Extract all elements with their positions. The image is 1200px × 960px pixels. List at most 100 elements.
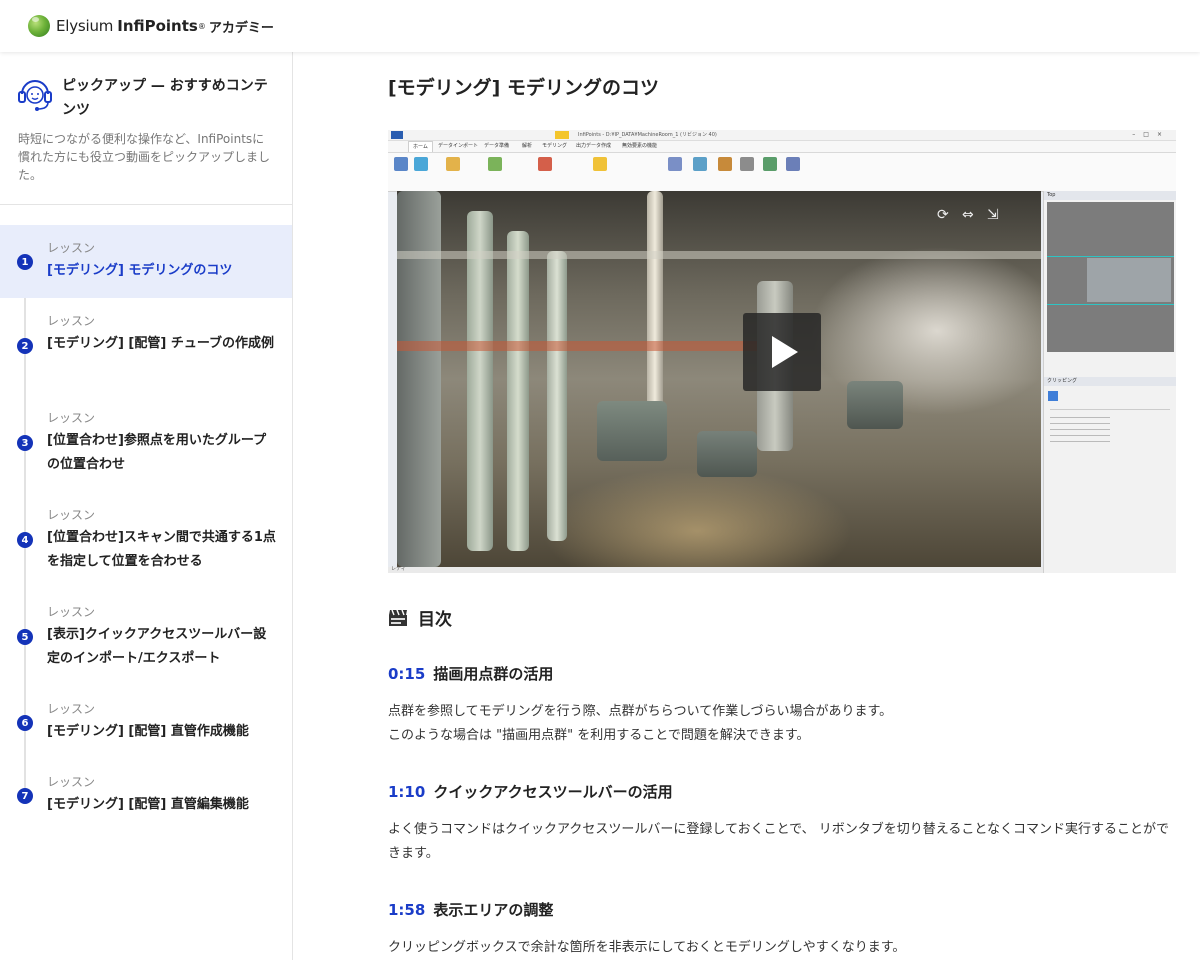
chapter-timestamp-link[interactable]: 1:10: [388, 783, 425, 801]
rotate-icon: ⟳: [937, 207, 949, 223]
globe-logo-icon: [28, 15, 50, 37]
pipe-shape: [507, 231, 529, 551]
step-number-badge: 6: [17, 715, 33, 731]
control-panel-shape: [397, 191, 441, 567]
chapter-title: 表示エリアの調整: [433, 901, 554, 919]
video-tab: 解析: [522, 143, 533, 149]
chapter-description: よく使うコマンドはクイックアクセスツールバーに登録しておくことで、 リボンタブを…: [388, 818, 1176, 866]
lesson-kind: レッスン: [47, 241, 96, 255]
clip-tool-icon: [1048, 391, 1058, 401]
ribbon-icon: [593, 157, 607, 171]
step-number-badge: 3: [17, 435, 33, 451]
chapter-timestamp-link[interactable]: 1:58: [388, 901, 425, 919]
ribbon-icon: [446, 157, 460, 171]
play-icon: [772, 336, 798, 368]
pump-shape: [697, 431, 757, 477]
lesson-title: [モデリング] [配管] 直管作成機能: [47, 724, 249, 739]
chapter-heading: 0:15 描画用点群の活用: [388, 664, 1176, 684]
chapter-description: 点群を参照してモデリングを行う際、点群がちらついて作業しづらい場合があります。 …: [388, 700, 1176, 748]
video-play-button[interactable]: [743, 313, 821, 391]
chapter-heading: 1:10 クイックアクセスツールバーの活用: [388, 782, 1176, 802]
step-number-badge: 5: [17, 629, 33, 645]
pickup-description: 時短につながる便利な操作など、InfiPointsに慣れた方にも役立つ動画をピッ…: [0, 122, 292, 205]
chapter-section: 0:15 描画用点群の活用 点群を参照してモデリングを行う際、点群がちらついて作業…: [388, 664, 1176, 748]
chapter-text-line: よく使うコマンドはクイックアクセスツールバーに登録しておくことで、 リボンタブを…: [388, 822, 1170, 861]
pipe-shape: [547, 251, 567, 541]
clip-line: [1047, 256, 1174, 257]
walk-icon: ⇲: [987, 207, 999, 223]
ribbon-icon: [414, 157, 428, 171]
lesson-item-1[interactable]: 1 レッスン [モデリング] モデリングのコツ: [0, 225, 292, 298]
ceiling-pipe-shape: [397, 251, 1041, 259]
chapter-title: クイックアクセスツールバーの活用: [433, 783, 673, 801]
chapter-section: 1:10 クイックアクセスツールバーの活用 よく使うコマンドはクイックアクセスツー…: [388, 782, 1176, 866]
toc-header: 目次: [388, 605, 1176, 630]
lesson-item-3[interactable]: 3 レッスン [位置合わせ]参照点を用いたグループの位置合わせ: [0, 395, 292, 492]
window-controls-icon: –□×: [1132, 131, 1170, 138]
video-player[interactable]: InfiPoints - D:¥IP_DATA¥MachineRoom_1 (リ…: [388, 130, 1176, 573]
ribbon-icon: [538, 157, 552, 171]
video-side-panels: Top クリッピング: [1043, 191, 1176, 573]
ribbon-icon: [394, 157, 408, 171]
toc-title: 目次: [418, 610, 452, 630]
ribbon-icon: [488, 157, 502, 171]
point-cloud-viewport: ⟳ ⇔ ⇲: [397, 191, 1041, 567]
chapter-heading: 1:58 表示エリアの調整: [388, 900, 1176, 920]
video-ribbon-tabs: ホーム データインポート データ準備 解析 モデリング 出力データ作成 無効要素…: [388, 141, 1176, 153]
lesson-item-4[interactable]: 4 レッスン [位置合わせ]スキャン間で共通する1点を指定して位置を合わせる: [0, 492, 292, 589]
clip-options: [1050, 417, 1110, 447]
video-tab: データ準備: [484, 143, 510, 149]
clip-line: [1047, 304, 1174, 305]
lesson-kind: レッスン: [47, 411, 96, 425]
ribbon-icon: [693, 157, 707, 171]
step-number-badge: 7: [17, 788, 33, 804]
pump-shape: [597, 401, 667, 461]
headset-icon: [18, 80, 52, 111]
video-window-title: InfiPoints - D:¥IP_DATA¥MachineRoom_1 (リ…: [578, 132, 717, 138]
lesson-title: [モデリング] モデリングのコツ: [47, 263, 233, 278]
top-view-shape: [1087, 258, 1171, 302]
clapperboard-icon: [389, 609, 407, 626]
pickup-header: ピックアップ — おすすめコンテンツ: [0, 52, 292, 122]
ribbon-icon: [668, 157, 682, 171]
lesson-kind: レッスン: [47, 314, 96, 328]
video-tab: データインポート: [438, 143, 479, 149]
lesson-title: [表示]クイックアクセスツールバー設定のインポート/エクスポート: [47, 627, 267, 666]
lesson-title: [モデリング] [配管] チューブの作成例: [47, 336, 275, 351]
lesson-item-5[interactable]: 5 レッスン [表示]クイックアクセスツールバー設定のインポート/エクスポート: [0, 589, 292, 686]
logo-registered-mark: ®: [197, 21, 206, 31]
lesson-title: [モデリング] [配管] 直管編集機能: [47, 797, 249, 812]
lesson-item-2[interactable]: 2 レッスン [モデリング] [配管] チューブの作成例: [0, 298, 292, 395]
red-pipe-shape: [397, 341, 757, 351]
top-panel-header: Top: [1044, 191, 1176, 200]
ribbon-icon: [763, 157, 777, 171]
lesson-title: [位置合わせ]スキャン間で共通する1点を指定して位置を合わせる: [47, 530, 276, 569]
chapter-text-line: クリッピングボックスで余計な箇所を非表示にしておくとモデリングしやすくなります。: [388, 940, 906, 955]
lesson-kind: レッスン: [47, 605, 96, 619]
pan-icon: ⇔: [962, 207, 974, 223]
ribbon-icon: [786, 157, 800, 171]
top-header: Elysium InfiPoints ® アカデミー: [0, 0, 1200, 52]
video-tab: モデリング: [542, 143, 568, 149]
chapter-timestamp-link[interactable]: 0:15: [388, 665, 425, 683]
top-view-thumbnail: [1047, 202, 1174, 352]
lesson-kind: レッスン: [47, 775, 96, 789]
main-content: [モデリング] モデリングのコツ InfiPoints - D:¥IP_DATA…: [388, 52, 1176, 960]
lesson-item-6[interactable]: 6 レッスン [モデリング] [配管] 直管作成機能: [0, 686, 292, 759]
site-logo[interactable]: Elysium InfiPoints ® アカデミー: [28, 15, 274, 37]
lesson-item-7[interactable]: 7 レッスン [モデリング] [配管] 直管編集機能: [0, 759, 292, 832]
status-text: レディ: [391, 566, 406, 572]
step-number-badge: 2: [17, 338, 33, 354]
logo-brand-name: InfiPoints: [117, 17, 198, 35]
step-number-badge: 1: [17, 254, 33, 270]
video-tab: 出力データ作成: [576, 143, 612, 149]
ribbon-icon: [740, 157, 754, 171]
video-status-bar: レディ: [388, 566, 1043, 573]
pump-shape: [847, 381, 903, 429]
logo-company-name: Elysium: [56, 17, 114, 35]
clipping-panel-header: クリッピング: [1044, 377, 1176, 386]
video-tab: 無効要素の機能: [622, 143, 658, 149]
lesson-list: 1 レッスン [モデリング] モデリングのコツ 2 レッスン [モデリング] […: [0, 225, 292, 832]
sidebar: ピックアップ — おすすめコンテンツ 時短につながる便利な操作など、InfiPo…: [0, 52, 293, 960]
quick-access-highlight: [555, 131, 569, 139]
